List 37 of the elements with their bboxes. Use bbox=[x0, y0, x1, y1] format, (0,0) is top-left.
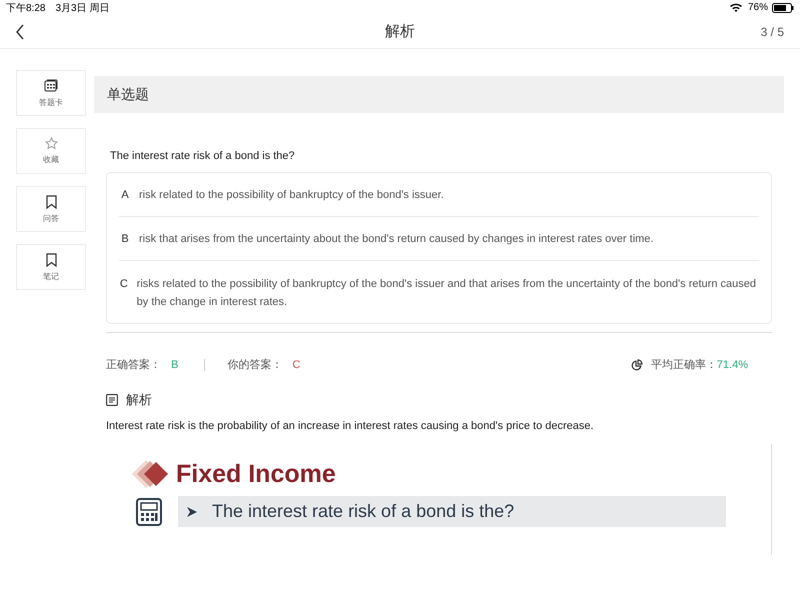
battery-icon bbox=[772, 2, 794, 12]
battery-percent: 76% bbox=[748, 2, 768, 13]
back-icon[interactable] bbox=[15, 24, 25, 40]
option-letter: A bbox=[120, 188, 130, 203]
status-date: 3月3日 周日 bbox=[55, 2, 110, 14]
option-text[interactable]: risks related to the possibility of bankruptcy of the bond's issuer and that arises from the uncertainty of the bond's return caused by the change in interest rates. bbox=[136, 275, 759, 311]
sidebar-button[interactable]: 答题卡 bbox=[16, 70, 86, 116]
wifi-icon bbox=[730, 3, 742, 12]
calendar-icon bbox=[44, 78, 58, 92]
option-text[interactable]: risk related to the possibility of bankruptcy of the bond's issuer. bbox=[139, 186, 444, 204]
document-icon bbox=[106, 394, 118, 406]
question-type-header: 单选题 bbox=[94, 76, 784, 113]
sidebar-button[interactable]: 收藏 bbox=[16, 128, 86, 174]
page-title: 解析 bbox=[385, 22, 415, 41]
sidebar-button[interactable]: 问答 bbox=[16, 186, 86, 232]
correct-answer-label: 正确答案： bbox=[106, 358, 161, 372]
option-text[interactable]: risk that arises from the uncertainty about the bond's return caused by changes in interest rates over time. bbox=[139, 230, 654, 248]
option-letter: B bbox=[120, 232, 130, 247]
bookmark-icon bbox=[46, 194, 56, 208]
correct-answer: B bbox=[171, 358, 178, 370]
star-icon bbox=[44, 137, 58, 150]
option-letter: C bbox=[119, 277, 129, 292]
your-answer-label: 你的答案： bbox=[227, 358, 282, 372]
question-text: The interest rate risk of a bond is the? bbox=[110, 150, 296, 162]
calculator-icon bbox=[136, 498, 162, 526]
arrowhead-icon bbox=[186, 506, 198, 518]
slide-title: Fixed Income bbox=[176, 460, 336, 488]
slide-bullet-text: The interest rate risk of a bond is the? bbox=[212, 501, 514, 522]
bookmark-icon bbox=[46, 252, 56, 266]
pie-chart-icon bbox=[630, 358, 643, 370]
status-time: 下午8:28 bbox=[6, 2, 46, 14]
accuracy-rate: 71.4% bbox=[716, 358, 748, 370]
analysis-heading: 解析 bbox=[126, 391, 152, 409]
sidebar-button[interactable]: 笔记 bbox=[16, 244, 86, 290]
your-answer: C bbox=[292, 358, 300, 370]
analysis-text: Interest rate risk is the probability of an increase in interest rates causing a bond's price to decrease. bbox=[106, 420, 595, 432]
accuracy-label: 平均正确率： bbox=[650, 358, 717, 372]
